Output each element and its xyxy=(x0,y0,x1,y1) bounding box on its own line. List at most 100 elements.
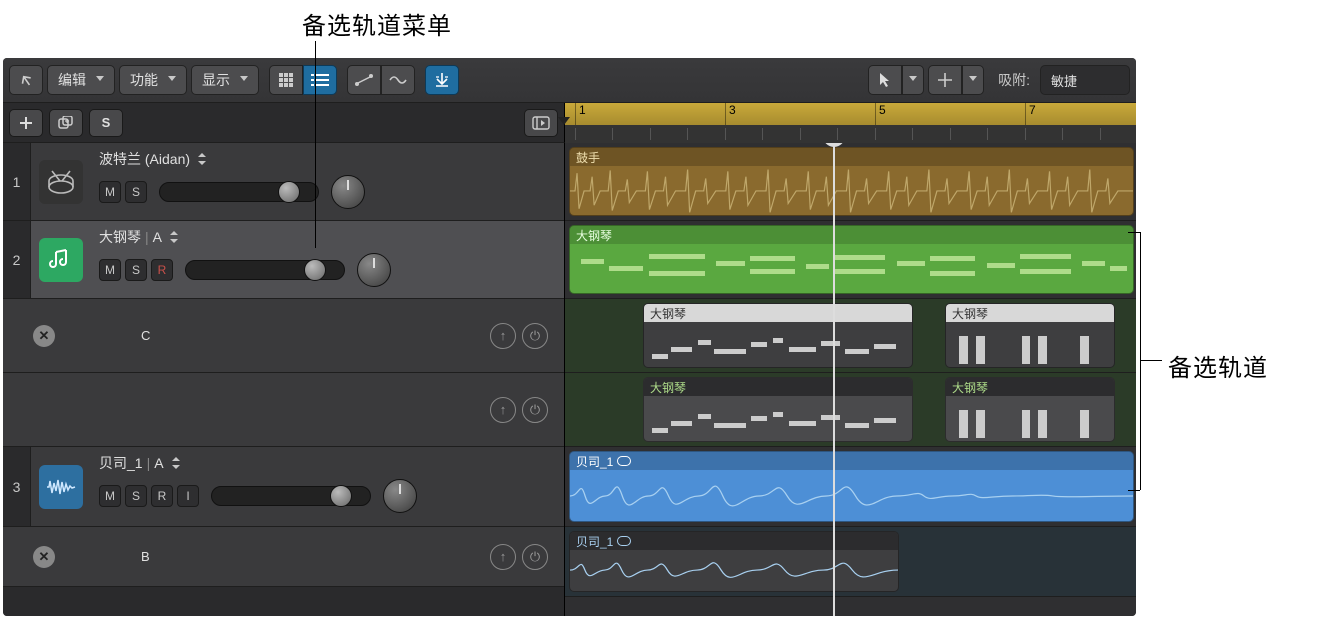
arrange-area[interactable]: 鼓手 大钢琴 xyxy=(565,143,1136,616)
take-folder-menu-icon[interactable] xyxy=(172,457,180,469)
edit-menu[interactable]: 编辑 xyxy=(47,65,115,95)
promote-alternative-button[interactable]: ↑ xyxy=(490,544,516,570)
take-folder-menu-icon[interactable] xyxy=(170,231,178,243)
annotation-top-line xyxy=(315,40,316,248)
ruler-play-marker xyxy=(558,117,570,125)
volume-slider[interactable] xyxy=(185,260,345,280)
timeline-ruler[interactable]: 1 3 5 7 xyxy=(565,103,1136,143)
close-alternative-button[interactable]: ✕ xyxy=(33,325,55,347)
region-label: 鼓手 xyxy=(576,149,600,166)
alternative-label: C xyxy=(61,328,490,343)
track-number: 1 xyxy=(3,143,31,220)
playhead[interactable] xyxy=(833,143,835,616)
track-header[interactable]: 1 波特兰 (Aidan) M S xyxy=(3,143,564,221)
region-label: 大钢琴 xyxy=(650,305,686,322)
ruler-subdivisions xyxy=(565,125,1136,143)
region-midi-alt[interactable]: 大钢琴 xyxy=(945,303,1115,368)
region-midi-alt[interactable]: 大钢琴 xyxy=(945,377,1115,442)
snap-value: 敏捷 xyxy=(1051,71,1077,90)
input-monitor-button[interactable]: I xyxy=(177,485,199,507)
drummer-track-icon[interactable] xyxy=(39,160,83,204)
functions-menu-label: 功能 xyxy=(130,70,158,90)
waveform-icon xyxy=(570,550,898,591)
flex-button[interactable] xyxy=(381,65,415,95)
annotation-right-bracket-b xyxy=(1128,490,1140,491)
pan-knob[interactable] xyxy=(331,175,365,209)
edit-menu-label: 编辑 xyxy=(58,70,86,90)
pointer-tool-dropdown[interactable] xyxy=(902,65,924,95)
marquee-tool-dropdown[interactable] xyxy=(962,65,984,95)
alternative-label: B xyxy=(61,549,490,564)
add-track-button[interactable] xyxy=(9,109,43,137)
take-folder-menu-icon[interactable] xyxy=(198,153,206,165)
pan-knob[interactable] xyxy=(357,253,391,287)
chevron-down-icon xyxy=(909,76,917,84)
annotation-right-line xyxy=(1140,360,1162,361)
view-menu[interactable]: 显示 xyxy=(191,65,259,95)
global-solo-button[interactable]: S xyxy=(89,109,123,137)
track-list: 1 波特兰 (Aidan) M S xyxy=(3,143,565,616)
toggle-header-button[interactable] xyxy=(524,109,558,137)
volume-slider[interactable] xyxy=(159,182,319,202)
track-alternative-row[interactable]: ↑ ⏻ xyxy=(3,373,564,447)
track-name[interactable]: 波特兰 (Aidan) xyxy=(99,149,556,169)
back-button[interactable] xyxy=(9,65,43,95)
region-drummer[interactable]: 鼓手 xyxy=(569,147,1134,216)
track-name[interactable]: 大钢琴 | A xyxy=(99,227,556,247)
region-midi-alt[interactable]: 大钢琴 xyxy=(643,303,913,368)
region-midi[interactable]: 大钢琴 xyxy=(569,225,1134,294)
snap-select[interactable]: 敏捷 xyxy=(1040,65,1130,95)
solo-button[interactable]: S xyxy=(125,485,147,507)
track-alternative-row[interactable]: ✕ B ↑ ⏻ xyxy=(3,527,564,587)
pointer-tool-button[interactable] xyxy=(868,65,902,95)
software-instrument-track-icon[interactable] xyxy=(39,238,83,282)
solo-button[interactable]: S xyxy=(125,259,147,281)
track-name[interactable]: 贝司_1 | A xyxy=(99,453,556,473)
mute-button[interactable]: M xyxy=(99,181,121,203)
close-alternative-button[interactable]: ✕ xyxy=(33,546,55,568)
track-icon-slot xyxy=(31,143,91,220)
annotation-top: 备选轨道菜单 xyxy=(302,6,452,41)
promote-alternative-button[interactable]: ↑ xyxy=(490,323,516,349)
waveform-icon xyxy=(570,470,1133,521)
chevron-down-icon xyxy=(168,76,176,84)
ruler-tick: 5 xyxy=(875,103,886,125)
chevron-down-icon xyxy=(240,76,248,84)
power-alternative-button[interactable]: ⏻ xyxy=(522,323,548,349)
automation-button[interactable] xyxy=(347,65,381,95)
region-label: 贝司_1 xyxy=(576,453,613,470)
midi-notes-icon xyxy=(644,322,912,367)
mute-button[interactable]: M xyxy=(99,259,121,281)
marquee-tool-button[interactable] xyxy=(928,65,962,95)
region-audio[interactable]: 贝司_1 xyxy=(569,451,1134,522)
promote-alternative-button[interactable]: ↑ xyxy=(490,397,516,423)
power-alternative-button[interactable]: ⏻ xyxy=(522,397,548,423)
chevron-down-icon xyxy=(96,76,104,84)
power-alternative-button[interactable]: ⏻ xyxy=(522,544,548,570)
duplicate-track-button[interactable] xyxy=(49,109,83,137)
annotation-right-bracket-t xyxy=(1128,232,1140,233)
ruler-tick: 3 xyxy=(725,103,736,125)
track-number: 3 xyxy=(3,447,31,526)
pan-knob[interactable] xyxy=(383,479,417,513)
volume-slider[interactable] xyxy=(211,486,371,506)
region-audio-alt[interactable]: 贝司_1 xyxy=(569,531,899,592)
functions-menu[interactable]: 功能 xyxy=(119,65,187,95)
midi-notes-icon xyxy=(946,396,1114,441)
mute-button[interactable]: M xyxy=(99,485,121,507)
waveform-icon xyxy=(570,166,1133,215)
solo-button[interactable]: S xyxy=(125,181,147,203)
catch-playhead-button[interactable] xyxy=(425,65,459,95)
track-alternative-row[interactable]: ✕ C ↑ ⏻ xyxy=(3,299,564,373)
grid-view-button[interactable] xyxy=(269,65,303,95)
ruler-tick: 1 xyxy=(575,103,586,125)
track-header[interactable]: 3 贝司_1 | A M S R xyxy=(3,447,564,527)
list-view-button[interactable] xyxy=(303,65,337,95)
region-midi-alt[interactable]: 大钢琴 xyxy=(643,377,913,442)
record-enable-button[interactable]: R xyxy=(151,259,173,281)
audio-track-icon[interactable] xyxy=(39,465,83,509)
record-enable-button[interactable]: R xyxy=(151,485,173,507)
chevron-down-icon xyxy=(969,76,977,84)
track-header[interactable]: 2 大钢琴 | A M S R xyxy=(3,221,564,299)
region-label: 大钢琴 xyxy=(952,305,988,322)
